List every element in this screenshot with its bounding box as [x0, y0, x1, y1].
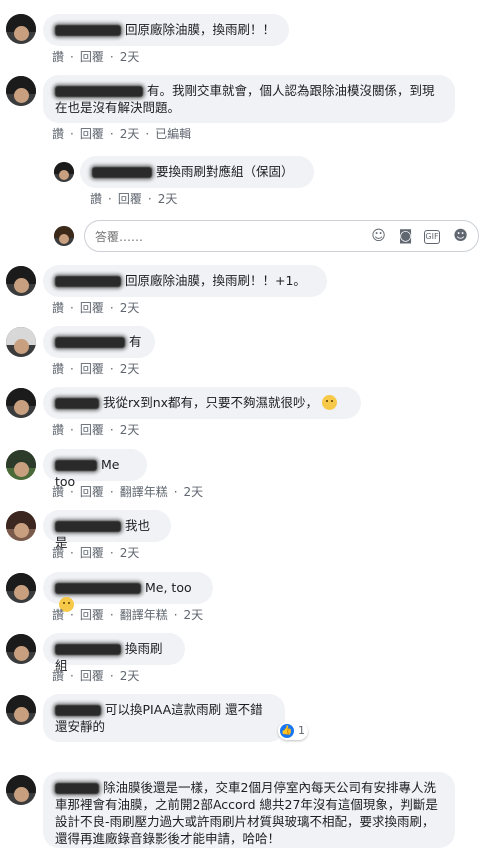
smiley-icon[interactable]: ☺ [370, 228, 387, 245]
comment-actions: 讚 · 回覆 · 2天 [52, 669, 140, 683]
avatar[interactable] [6, 76, 36, 106]
like-link[interactable]: 讚 [52, 127, 64, 141]
edited-label[interactable]: 已編輯 [155, 127, 191, 141]
reply-link[interactable]: 回覆 [118, 192, 142, 206]
timestamp[interactable]: 2天 [120, 669, 140, 683]
comment-actions: 讚 · 回覆 · 2天 [90, 192, 178, 206]
timestamp[interactable]: 2天 [120, 423, 140, 437]
like-count: 1 [298, 724, 305, 737]
avatar[interactable] [6, 388, 36, 418]
reply-link[interactable]: 回覆 [80, 485, 104, 499]
timestamp[interactable]: 2天 [184, 608, 204, 622]
like-icon: 👍 [280, 724, 294, 738]
reply-link[interactable]: 回覆 [80, 127, 104, 141]
comment-actions: 讚 · 回覆 · 2天 [52, 423, 140, 437]
avatar[interactable] [6, 775, 36, 805]
commenter-name[interactable] [55, 86, 143, 97]
like-link[interactable]: 讚 [90, 192, 102, 206]
comment-actions: 讚 · 回覆 · 翻譯年糕 · 2天 [52, 485, 204, 499]
comment-bubble: Me too [43, 449, 147, 489]
reply-link[interactable]: 回覆 [80, 362, 104, 376]
reply-link[interactable]: 回覆 [80, 301, 104, 315]
timestamp[interactable]: 2天 [120, 127, 140, 141]
like-link[interactable]: 讚 [52, 423, 64, 437]
commenter-name[interactable] [55, 521, 121, 532]
commenter-name[interactable] [55, 337, 125, 348]
like-link[interactable]: 讚 [52, 546, 64, 560]
comment-actions: 讚 · 回覆 · 2天 [52, 362, 140, 376]
comment-text: 回原廠除油膜，換雨刷！！ [125, 22, 276, 37]
like-link[interactable]: 讚 [52, 669, 64, 683]
commenter-name[interactable] [55, 460, 97, 471]
comment-actions: 讚 · 回覆 · 翻譯年糕 · 2天 [52, 608, 204, 622]
comment-text: 有 [129, 334, 142, 349]
like-link[interactable]: 讚 [52, 362, 64, 376]
avatar[interactable] [6, 266, 36, 296]
commenter-name[interactable] [92, 167, 152, 178]
commenter-name[interactable] [55, 644, 121, 655]
comment-text: 我從rx到nx都有，只要不夠濕就很吵， [103, 395, 319, 410]
current-user-avatar[interactable] [54, 226, 74, 246]
timestamp[interactable]: 2天 [120, 362, 140, 376]
comment-bubble: 回原廠除油膜，換雨刷！！+1。 [43, 265, 327, 297]
like-link[interactable]: 讚 [52, 50, 64, 64]
comment-actions: 讚 · 回覆 · 2天 [52, 50, 140, 64]
comment-text: 回原廠除油膜，換雨刷！！+1。 [125, 273, 306, 288]
commenter-name[interactable] [55, 783, 99, 794]
avatar[interactable] [6, 511, 36, 541]
timestamp[interactable]: 2天 [184, 485, 204, 499]
camera-icon[interactable]: ◙ [397, 228, 414, 245]
commenter-name[interactable] [55, 705, 101, 716]
comment-bubble: 除油膜後還是一樣，交車2個月停室內每天公司有安排專人洗車那裡會有油膜，之前開2部… [43, 772, 455, 848]
comment-bubble: 有。我剛交車就會，個人認為跟除油模沒關係，到現在也是沒有解決問題。 [43, 75, 455, 123]
avatar[interactable] [6, 573, 36, 603]
commenter-name[interactable] [55, 276, 121, 287]
reply-link[interactable]: 回覆 [80, 50, 104, 64]
timestamp[interactable]: 2天 [120, 546, 140, 560]
reaction-count[interactable]: 👍 1 [278, 722, 308, 740]
comment-bubble: 可以換PIAA這款雨刷 還不錯 還安靜的 [43, 694, 285, 742]
sticker-icon[interactable]: ☻ [452, 228, 469, 245]
commenter-name[interactable] [55, 25, 121, 36]
translate-link[interactable]: 翻譯年糕 [120, 485, 168, 499]
comment-bubble: 有 [43, 326, 155, 358]
reply-link[interactable]: 回覆 [80, 546, 104, 560]
comment-text: 要換雨刷對應組（保固） [156, 164, 294, 179]
commenter-name[interactable] [55, 583, 141, 594]
comment-bubble: 我從rx到nx都有，只要不夠濕就很吵， [43, 387, 361, 419]
comment-actions: 讚 · 回覆 · 2天 [52, 301, 140, 315]
comment-bubble: 我也是 [43, 510, 171, 550]
comment-bubble: 回原廠除油膜，換雨刷！！ [43, 14, 289, 46]
comment-bubble: 換雨刷組 [43, 633, 185, 673]
comment-actions: 讚 · 回覆 · 2天 [52, 546, 140, 560]
comment-bubble: 要換雨刷對應組（保固） [80, 156, 314, 188]
avatar[interactable] [6, 14, 36, 44]
avatar[interactable] [6, 450, 36, 480]
avatar[interactable] [54, 162, 74, 182]
reply-link[interactable]: 回覆 [80, 423, 104, 437]
reply-input[interactable] [93, 227, 337, 247]
gif-icon[interactable]: GIF [424, 230, 440, 244]
avatar[interactable] [6, 634, 36, 664]
commenter-name[interactable] [55, 398, 99, 409]
reply-box[interactable]: ☺ ◙ GIF ☻ [84, 220, 479, 252]
timestamp[interactable]: 2天 [158, 192, 178, 206]
comment-bubble: Me, too [43, 572, 213, 612]
worried-face-emoji [322, 395, 338, 410]
like-link[interactable]: 讚 [52, 301, 64, 315]
translate-link[interactable]: 翻譯年糕 [120, 608, 168, 622]
timestamp[interactable]: 2天 [120, 301, 140, 315]
avatar[interactable] [6, 695, 36, 725]
comment-actions: 讚 · 回覆 · 2天 · 已編輯 [52, 127, 192, 141]
reply-link[interactable]: 回覆 [80, 608, 104, 622]
like-link[interactable]: 讚 [52, 485, 64, 499]
avatar[interactable] [6, 327, 36, 357]
timestamp[interactable]: 2天 [120, 50, 140, 64]
like-link[interactable]: 讚 [52, 608, 64, 622]
comment-text: 除油膜後還是一樣，交車2個月停室內每天公司有安排專人洗車那裡會有油膜，之前開2部… [55, 780, 438, 846]
reply-link[interactable]: 回覆 [80, 669, 104, 683]
comment-text: Me, too [145, 580, 192, 595]
